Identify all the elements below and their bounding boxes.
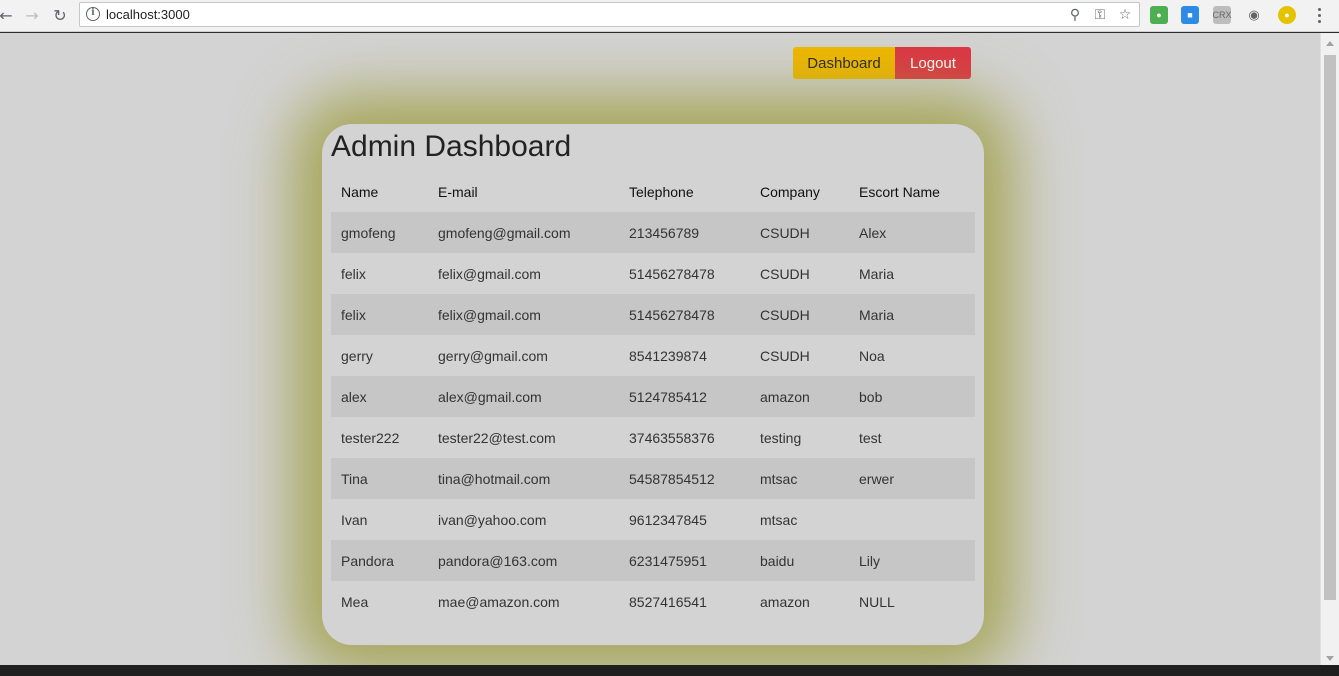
forward-arrow-icon[interactable]: → [22,5,42,25]
table-row: Mea mae@amazon.com 8527416541 amazon NUL… [331,581,975,622]
cell-telephone: 54587854512 [629,470,715,487]
cell-email: tester22@test.com [438,429,556,446]
cell-name: gmofeng [341,224,396,241]
cell-company: CSUDH [760,265,810,282]
cell-name: gerry [341,347,373,364]
cell-name: felix [341,306,366,323]
cell-email: ivan@yahoo.com [438,511,547,528]
url-text: localhost:3000 [106,7,190,22]
cell-escort-name: Noa [859,347,885,364]
column-header-telephone: Telephone [629,184,694,200]
table-row: felix felix@gmail.com 51456278478 CSUDH … [331,253,975,294]
zoom-icon[interactable]: ⚲ [1066,6,1084,24]
star-icon[interactable]: ☆ [1116,6,1134,24]
cell-name: Tina [341,470,368,487]
table-row: felix felix@gmail.com 51456278478 CSUDH … [331,294,975,335]
cell-email: felix@gmail.com [438,265,541,282]
table-row: Pandora pandora@163.com 6231475951 baidu… [331,540,975,581]
menu-icon[interactable] [1312,5,1326,25]
column-header-escort-name: Escort Name [859,184,940,200]
cell-telephone: 37463558376 [629,429,715,446]
cell-company: amazon [760,388,810,405]
cell-telephone: 6231475951 [629,552,707,569]
cell-company: amazon [760,593,810,610]
scroll-up-arrow-icon[interactable] [1326,41,1334,46]
cell-email: gmofeng@gmail.com [438,224,571,241]
page-title: Admin Dashboard [331,130,572,163]
cell-company: CSUDH [760,347,810,364]
admin-card: Admin Dashboard Name E-mail Telephone Co… [322,124,984,645]
cell-escort-name: Lily [859,552,881,569]
cell-telephone: 51456278478 [629,265,715,282]
table-row: gerry gerry@gmail.com 8541239874 CSUDH N… [331,335,975,376]
extension-chrome-icon[interactable]: ● [1150,6,1168,24]
table-row: gmofeng gmofeng@gmail.com 213456789 CSUD… [331,212,975,253]
table-header-row: Name E-mail Telephone Company Escort Nam… [331,172,975,212]
cell-company: CSUDH [760,306,810,323]
cell-email: tina@hotmail.com [438,470,551,487]
cell-name: Mea [341,593,369,610]
page-viewport: Dashboard Logout Admin Dashboard Name E-… [0,33,1320,665]
users-table: Name E-mail Telephone Company Escort Nam… [331,172,975,622]
cell-email: alex@gmail.com [438,388,542,405]
table-row: Tina tina@hotmail.com 54587854512 mtsac … [331,458,975,499]
cell-escort-name: bob [859,388,883,405]
cell-company: baidu [760,552,795,569]
cell-telephone: 213456789 [629,224,700,241]
cell-name: alex [341,388,367,405]
extension-crx-icon[interactable]: CRX [1213,6,1232,24]
cell-telephone: 5124785412 [629,388,707,405]
cell-name: Pandora [341,552,394,569]
column-header-company: Company [760,184,820,200]
cell-name: Ivan [341,511,368,528]
cell-company: mtsac [760,470,798,487]
cell-name: felix [341,265,366,282]
cell-email: felix@gmail.com [438,306,541,323]
cell-telephone: 51456278478 [629,306,715,323]
browser-toolbar: ← → ↻ i localhost:3000 ⚲ ⚿ ☆ ● ■ CRX ◉ ● [0,0,1339,32]
info-icon[interactable]: i [86,7,100,21]
table-row: alex alex@gmail.com 5124785412 amazon bo… [331,376,975,417]
cell-escort-name: test [859,429,882,446]
address-bar[interactable]: i localhost:3000 ⚲ ⚿ ☆ [79,2,1140,27]
cell-company: CSUDH [760,224,810,241]
cell-escort-name: erwer [859,470,895,487]
cell-telephone: 8527416541 [629,593,707,610]
cell-escort-name: Maria [859,265,895,282]
cell-escort-name: NULL [859,593,895,610]
taskbar-edge [0,665,1339,676]
cell-telephone: 8541239874 [629,347,707,364]
cell-company: testing [760,429,802,446]
cell-email: pandora@163.com [438,552,558,569]
logout-button[interactable]: Logout [895,47,971,79]
table-row: Ivan ivan@yahoo.com 9612347845 mtsac [331,499,975,540]
table-row: tester222 tester22@test.com 37463558376 … [331,417,975,458]
dashboard-button[interactable]: Dashboard [793,47,895,79]
cell-company: mtsac [760,511,798,528]
cell-email: mae@amazon.com [438,593,560,610]
column-header-email: E-mail [438,184,478,200]
cell-telephone: 9612347845 [629,511,707,528]
camera-icon[interactable]: ◉ [1245,6,1263,24]
vertical-scrollbar[interactable] [1320,33,1339,665]
cell-escort-name: Maria [859,306,895,323]
reload-icon[interactable]: ↻ [50,5,70,25]
key-icon[interactable]: ⚿ [1091,6,1109,24]
cell-name: tester222 [341,429,400,446]
back-arrow-icon[interactable]: ← [0,5,16,25]
scrollbar-thumb[interactable] [1324,55,1336,600]
scroll-down-arrow-icon[interactable] [1326,656,1334,661]
extension-yellow-icon[interactable]: ● [1278,6,1296,24]
cell-escort-name: Alex [859,224,887,241]
extension-blue-icon[interactable]: ■ [1181,6,1199,24]
cell-email: gerry@gmail.com [438,347,548,364]
cell-escort-name [849,499,975,540]
column-header-name: Name [341,184,379,200]
